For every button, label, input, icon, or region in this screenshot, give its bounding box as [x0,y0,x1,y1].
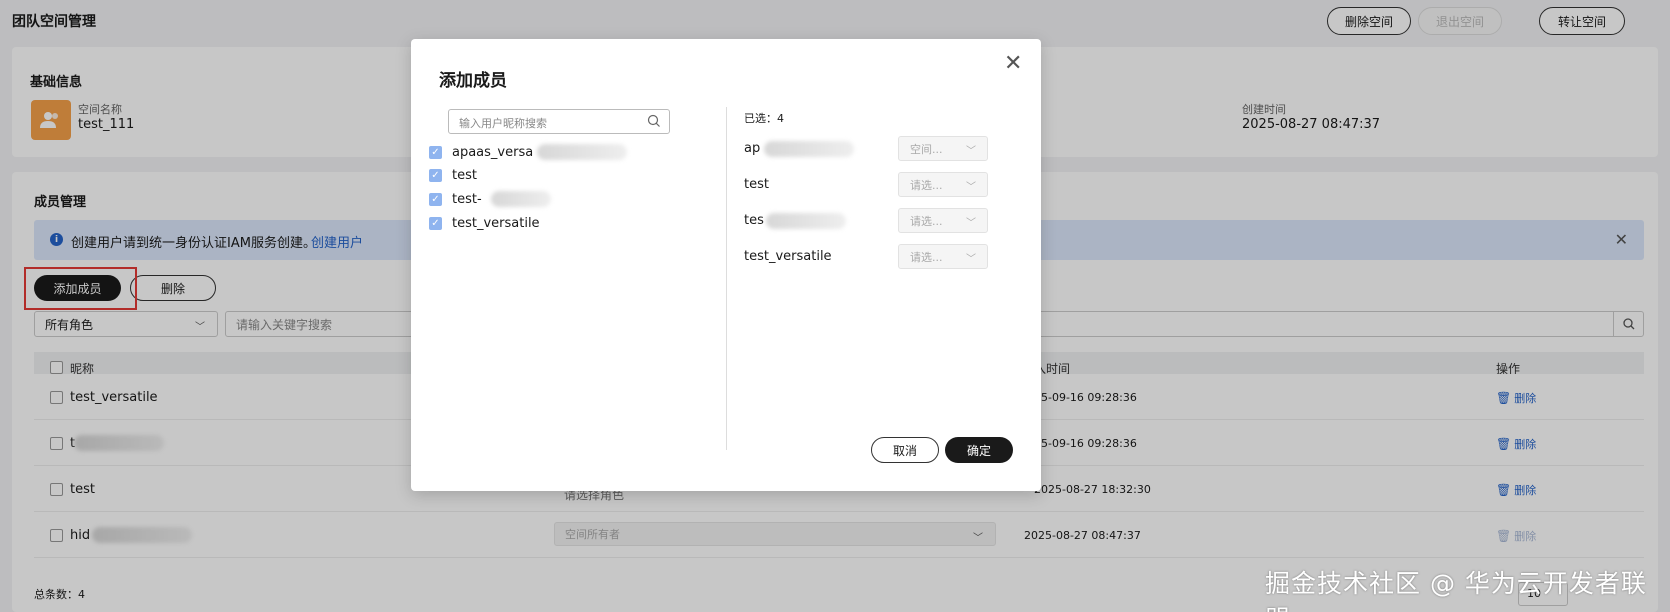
cancel-button[interactable]: 取消 [871,437,939,463]
add-member-dialog: 添加成员 ✕ 输入用户昵称搜索 ✓ apaas_versa ✓ test ✓ t… [411,39,1041,491]
role-select-value: 请选... [910,250,943,264]
selected-member-name: test [744,177,769,192]
user-search-placeholder: 输入用户昵称搜索 [459,117,547,130]
checkbox-checked-icon[interactable]: ✓ [429,145,442,159]
candidate-name: test_versatile [452,215,540,231]
candidate-item[interactable]: ✓ test- [429,189,551,209]
candidate-item[interactable]: ✓ apaas_versa [429,142,627,162]
selected-count: 已选：4 [744,112,784,125]
role-select[interactable]: 空间... ﹀ [898,136,988,161]
selected-member-name: tes [744,213,764,228]
role-select[interactable]: 请选... ﹀ [898,172,988,197]
chevron-down-icon: ﹀ [966,218,976,229]
checkbox-checked-icon[interactable]: ✓ [429,192,442,206]
dialog-title: 添加成员 [439,71,507,91]
candidate-item[interactable]: ✓ test_versatile [429,213,540,233]
selected-member-name: test_versatile [744,249,832,264]
search-icon[interactable] [647,114,661,128]
role-select[interactable]: 请选... ﹀ [898,244,988,269]
checkbox-checked-icon[interactable]: ✓ [429,216,442,230]
selected-member-name: ap [744,141,761,156]
watermark: 掘金技术社区 @ 华为云开发者联盟 [1265,569,1647,612]
role-select-value: 请选... [910,178,943,192]
redacted-text [764,141,854,157]
role-select[interactable]: 请选... ﹀ [898,208,988,233]
redacted-text [491,191,551,207]
user-search-input[interactable]: 输入用户昵称搜索 [448,109,670,134]
candidate-item[interactable]: ✓ test [429,165,477,185]
close-icon[interactable]: ✕ [1004,53,1022,75]
candidate-name: apaas_versa [452,144,534,160]
candidate-name: test [452,167,477,183]
candidate-name: test- [452,191,482,207]
confirm-button[interactable]: 确定 [945,437,1013,463]
redacted-text [537,144,627,160]
chevron-down-icon: ﹀ [966,182,976,193]
redacted-text [766,213,846,229]
chevron-down-icon: ﹀ [966,146,976,157]
checkbox-checked-icon[interactable]: ✓ [429,168,442,182]
divider [726,107,727,450]
chevron-down-icon: ﹀ [966,254,976,265]
role-select-value: 空间... [910,142,943,156]
role-select-value: 请选... [910,214,943,228]
